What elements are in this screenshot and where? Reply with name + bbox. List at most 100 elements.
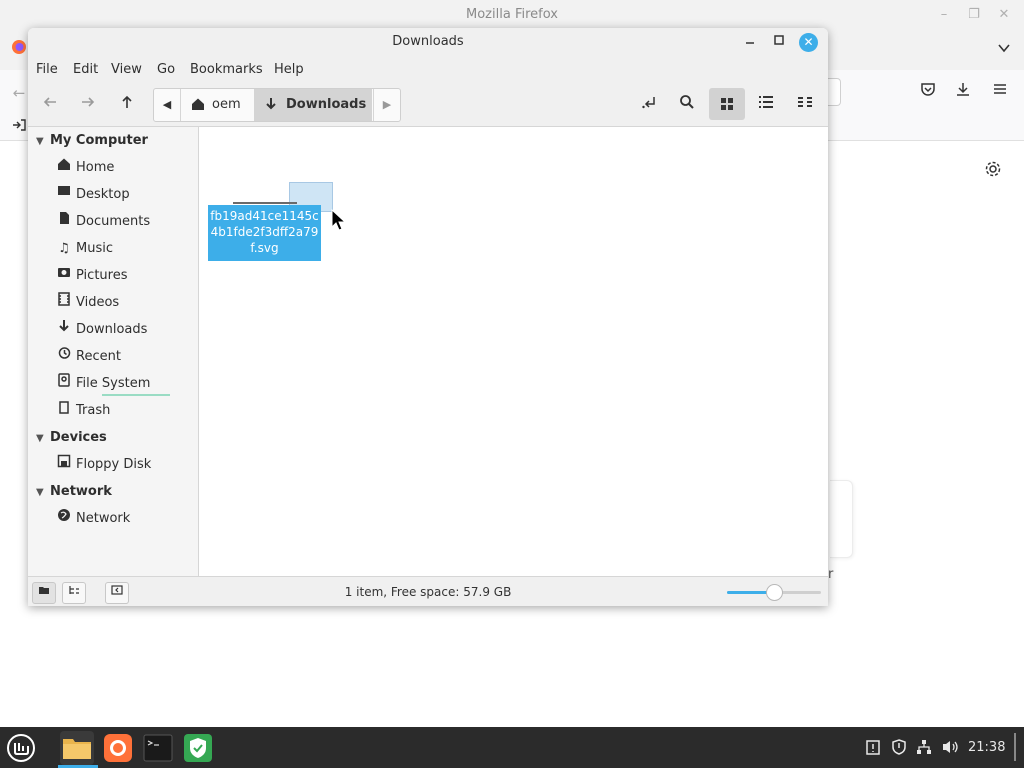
volume-icon[interactable] (942, 739, 960, 759)
sidebar-section-title: My Computer (50, 133, 148, 148)
gear-icon[interactable] (982, 160, 1004, 182)
sidebar-item-label: Music (76, 241, 113, 256)
chevron-down-icon[interactable] (993, 39, 1015, 61)
sidebar-section-devices[interactable]: ▼ Devices (36, 430, 107, 445)
firefox-icon (8, 39, 30, 61)
shield-status-icon[interactable] (891, 739, 907, 759)
taskbar-files[interactable] (60, 731, 94, 765)
taskbar-firefox[interactable] (101, 731, 135, 765)
sidebar-item-pictures[interactable]: Pictures (54, 265, 127, 287)
download-icon[interactable] (952, 81, 974, 103)
sidebar-item-videos[interactable]: Videos (54, 292, 119, 314)
list-view-button[interactable] (752, 91, 780, 119)
sidebar-item-downloads[interactable]: Downloads (54, 319, 147, 341)
sidebar-item-desktop[interactable]: Desktop (54, 184, 130, 206)
filesystem-icon (54, 373, 74, 395)
sidebar-item-trash[interactable]: Trash (54, 400, 110, 422)
videos-icon (54, 292, 74, 314)
sidebar-item-network[interactable]: Network (54, 508, 130, 530)
firefox-close-button[interactable]: ✕ (994, 5, 1014, 25)
sidebar-item-floppy-disk[interactable]: Floppy Disk (54, 454, 151, 476)
menu-edit[interactable]: Edit (73, 62, 98, 77)
firefox-minimize-button[interactable]: – (934, 5, 954, 25)
sidebar-icon[interactable] (8, 116, 30, 138)
close-button[interactable]: ✕ (799, 33, 818, 52)
zoom-slider[interactable] (727, 584, 821, 601)
sidebar-item-documents[interactable]: Documents (54, 211, 150, 233)
up-button[interactable] (113, 91, 141, 119)
sidebar-item-label: Floppy Disk (76, 457, 152, 472)
folder-icon (63, 739, 91, 759)
toggle-location-button[interactable] (635, 91, 663, 119)
menu-help[interactable]: Help (274, 62, 304, 77)
firefox-icon (104, 734, 132, 762)
sidebar-item-recent[interactable]: Recent (54, 346, 121, 368)
documents-icon (54, 211, 74, 233)
file-view[interactable]: fb19ad41ce1145c4b1fde2f3dff2a79f.svg (199, 127, 828, 576)
pictures-icon (54, 265, 74, 287)
breadcrumb-current-label: Downloads (286, 97, 367, 112)
clock[interactable]: 21:38 (968, 740, 1005, 755)
search-icon (679, 95, 695, 114)
sidebar-item-home[interactable]: Home (54, 157, 114, 179)
sidebar-section-network[interactable]: ▼ Network (36, 484, 112, 499)
toolbar: ◀ oem Downloads ▶ (28, 84, 828, 127)
trash-icon (54, 400, 74, 422)
status-text: 1 item, Free space: 57.9 GB (344, 585, 512, 599)
firefox-urlbar[interactable] (826, 78, 841, 106)
back-button[interactable] (36, 91, 64, 119)
expand-icon: ▼ (36, 487, 44, 498)
zoom-slider-handle[interactable] (766, 584, 783, 601)
sidebar: ▼ My Computer Home Desktop Documents ♫ Mus… (28, 127, 199, 576)
file-manager-window: Downloads ✕ File Edit View Go Bookmarks … (28, 28, 828, 606)
menu-go[interactable]: Go (157, 62, 175, 77)
menu-bookmarks[interactable]: Bookmarks (190, 62, 263, 77)
firefox-content-card (830, 480, 853, 558)
firefox-titlebar: Mozilla Firefox – ❐ ✕ (0, 0, 1024, 30)
breadcrumb-scroll-right[interactable]: ▶ (373, 89, 400, 121)
compact-view-button[interactable] (791, 91, 819, 119)
clipboard-icon[interactable] (866, 739, 880, 759)
downloads-icon (54, 319, 74, 341)
sidebar-item-label: Trash (76, 403, 111, 418)
sidebar-item-label: Pictures (76, 268, 128, 283)
breadcrumb-home-label: oem (212, 97, 241, 112)
firefox-partial-text: r (828, 567, 834, 582)
menu-file[interactable]: File (36, 62, 58, 77)
minimize-button[interactable] (740, 32, 760, 52)
taskbar-security[interactable] (181, 731, 215, 765)
sidebar-item-filesystem[interactable]: File System (54, 373, 170, 396)
menu-view[interactable]: View (111, 62, 142, 77)
taskbar: 21:38 (0, 727, 1024, 768)
file-item-label[interactable]: fb19ad41ce1145c4b1fde2f3dff2a79f.svg (208, 205, 321, 261)
breadcrumb-home[interactable]: oem (181, 89, 254, 121)
sidebar-section-title: Devices (50, 430, 107, 445)
network-icon[interactable] (916, 739, 932, 759)
back-icon[interactable]: ← (8, 82, 30, 104)
window-titlebar[interactable]: Downloads ✕ (28, 28, 828, 56)
breadcrumb-current[interactable]: Downloads (254, 89, 372, 121)
search-button[interactable] (673, 91, 701, 119)
forward-button[interactable] (74, 91, 102, 119)
pocket-icon[interactable] (917, 81, 939, 103)
menubar: File Edit View Go Bookmarks Help (28, 56, 828, 84)
sidebar-item-music[interactable]: ♫ Music (54, 238, 113, 260)
terminal-icon (143, 734, 173, 762)
breadcrumb-scroll-left[interactable]: ◀ (154, 89, 181, 121)
downloads-icon (264, 89, 278, 121)
home-icon (54, 157, 74, 179)
sidebar-item-label: Documents (76, 214, 151, 229)
taskbar-terminal[interactable] (141, 731, 175, 765)
sidebar-section-title: Network (50, 484, 112, 499)
shield-icon (184, 734, 212, 762)
sidebar-section-my-computer[interactable]: ▼ My Computer (36, 133, 148, 148)
icon-view-button[interactable] (709, 88, 745, 120)
menu-icon[interactable] (989, 81, 1011, 103)
statusbar: 1 item, Free space: 57.9 GB (28, 576, 828, 606)
svg-file-thumbnail[interactable] (233, 202, 297, 204)
mouse-cursor-icon (331, 209, 347, 231)
firefox-restore-button[interactable]: ❐ (964, 5, 984, 25)
maximize-button[interactable] (769, 32, 789, 52)
show-desktop-edge[interactable] (1014, 733, 1016, 761)
start-menu-button[interactable] (4, 731, 38, 765)
